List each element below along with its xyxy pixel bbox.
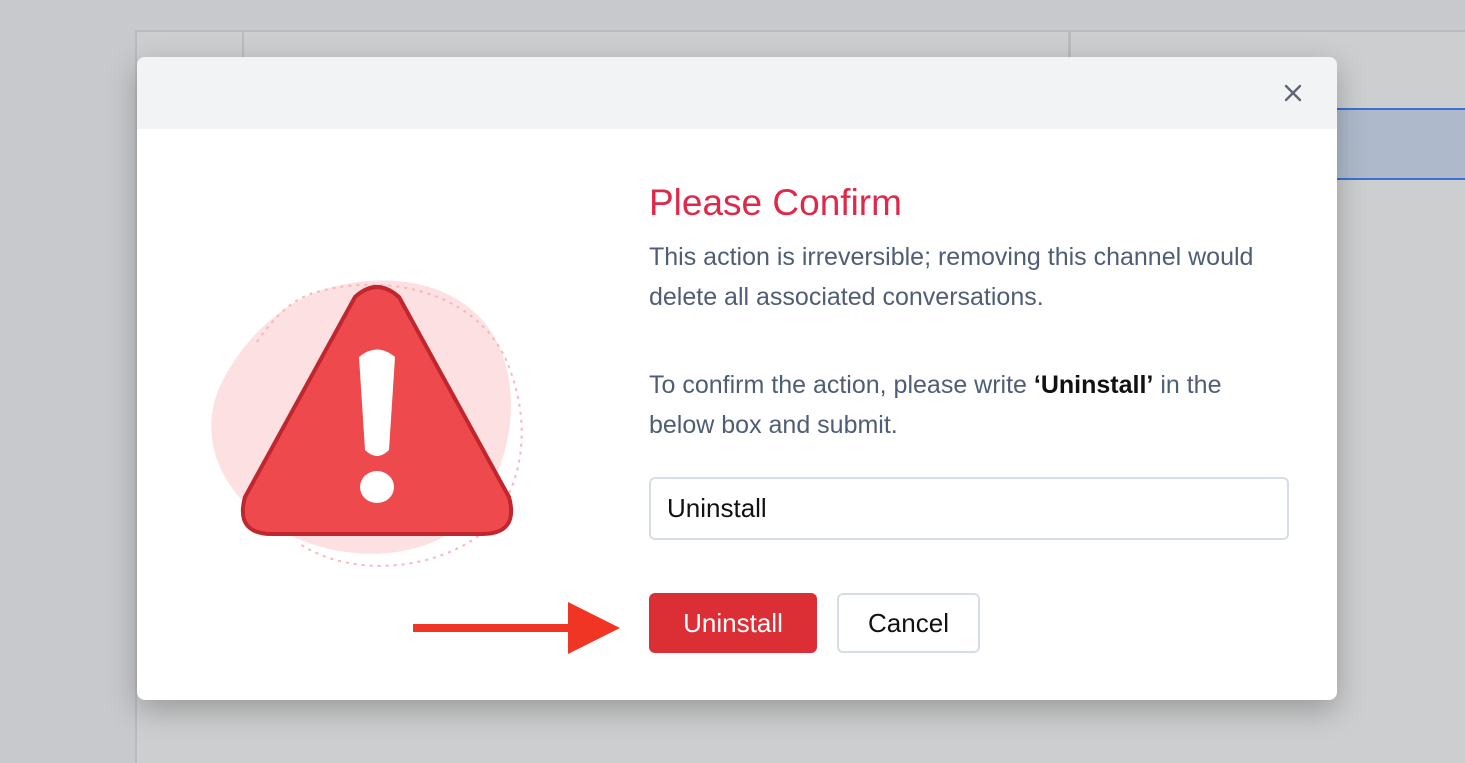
confirm-dialog: Please Confirm This action is irreversib… xyxy=(137,57,1337,700)
dialog-header xyxy=(137,57,1337,129)
uninstall-button[interactable]: Uninstall xyxy=(649,593,817,653)
dialog-content: Please Confirm This action is irreversib… xyxy=(649,181,1289,540)
cancel-button[interactable]: Cancel xyxy=(837,593,980,653)
warning-triangle-icon xyxy=(211,280,523,567)
dialog-actions: Uninstall Cancel xyxy=(649,593,980,653)
dialog-title: Please Confirm xyxy=(649,182,902,223)
instruction-keyword: ‘Uninstall’ xyxy=(1033,371,1154,399)
instruction-text: To confirm the action, please write xyxy=(649,371,1034,399)
confirm-text-input[interactable] xyxy=(649,477,1289,540)
dialog-description: This action is irreversible; removing th… xyxy=(649,243,1254,311)
close-icon xyxy=(1284,84,1302,102)
dialog-instruction: To confirm the action, please write ‘Uni… xyxy=(649,365,1289,445)
red-arrow-icon xyxy=(413,602,620,654)
close-button[interactable] xyxy=(1277,77,1309,109)
background-selected-row xyxy=(1330,108,1465,180)
